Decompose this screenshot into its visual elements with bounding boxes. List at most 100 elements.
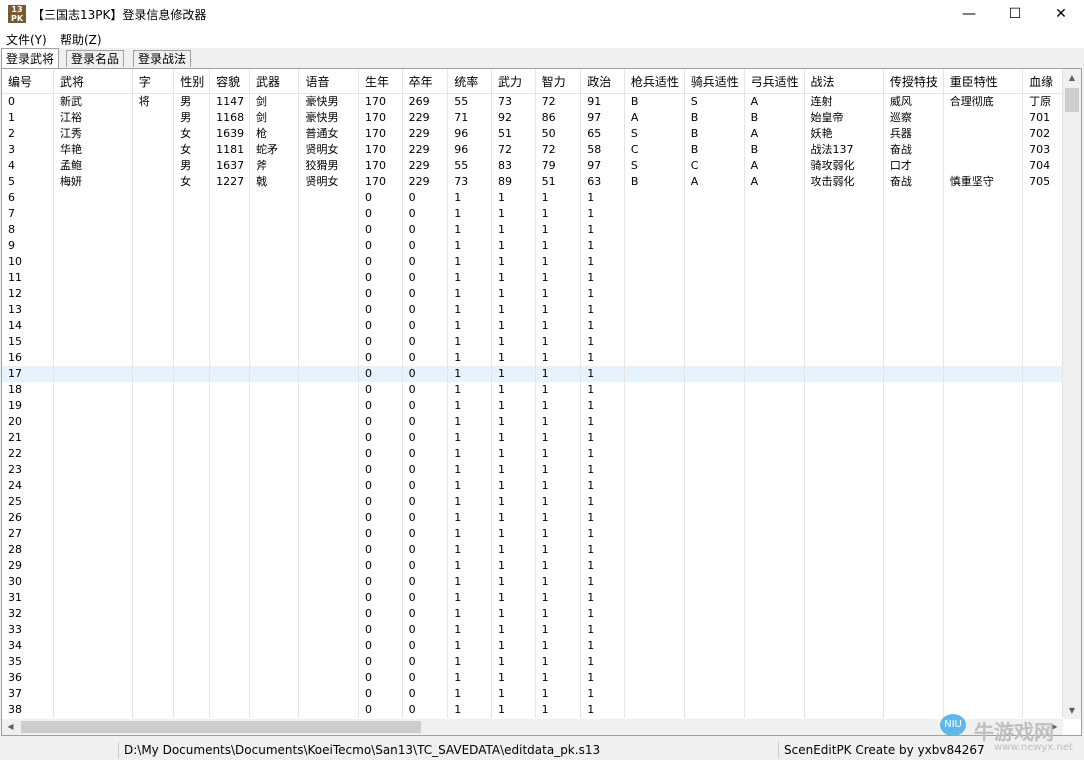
table-cell[interactable] [173, 302, 211, 318]
table-cell[interactable] [684, 670, 745, 686]
table-cell[interactable] [1022, 606, 1063, 622]
table-cell[interactable] [624, 590, 685, 606]
table-cell[interactable]: 0 [402, 254, 449, 270]
table-cell[interactable] [53, 622, 133, 638]
table-cell[interactable] [298, 590, 359, 606]
column-header[interactable]: 字 [132, 69, 175, 94]
table-cell[interactable] [209, 318, 250, 334]
table-cell[interactable]: 0 [402, 590, 449, 606]
table-cell[interactable] [209, 270, 250, 286]
table-cell[interactable] [249, 702, 300, 718]
table-cell[interactable]: 0 [402, 478, 449, 494]
table-cell[interactable] [624, 398, 685, 414]
table-cell[interactable]: 705 [1022, 174, 1063, 190]
table-cell[interactable] [249, 606, 300, 622]
table-cell[interactable]: 701 [1022, 110, 1063, 126]
table-cell[interactable] [249, 686, 300, 702]
table-cell[interactable] [1022, 494, 1063, 510]
table-cell[interactable] [173, 222, 211, 238]
table-cell[interactable] [624, 318, 685, 334]
table-cell[interactable]: 0 [358, 590, 403, 606]
table-cell[interactable]: 1 [491, 398, 536, 414]
table-row[interactable]: 10 0 0 1 1 1 1 [2, 254, 1063, 270]
table-cell[interactable] [744, 398, 805, 414]
table-cell[interactable] [744, 654, 805, 670]
table-cell[interactable]: 1 [491, 462, 536, 478]
table-row[interactable]: 8001111 [2, 222, 1063, 238]
table-cell[interactable] [804, 654, 884, 670]
horizontal-scrollbar[interactable]: ◀ ▶ [2, 719, 1063, 735]
table-cell[interactable]: 1 [491, 238, 536, 254]
table-cell[interactable] [804, 382, 884, 398]
table-cell[interactable]: 1 [447, 382, 492, 398]
table-cell[interactable] [624, 686, 685, 702]
table-cell[interactable]: 攻击弱化 [804, 174, 884, 190]
table-cell[interactable] [1022, 270, 1063, 286]
column-header[interactable]: 生年 [358, 69, 403, 94]
table-cell[interactable]: 1637 [209, 158, 250, 174]
table-cell[interactable]: 豪快男 [298, 110, 359, 126]
table-cell[interactable] [744, 462, 805, 478]
table-cell[interactable] [744, 302, 805, 318]
table-cell[interactable]: 奋战 [883, 142, 944, 158]
table-cell[interactable] [1022, 622, 1063, 638]
table-row[interactable]: 28 0 0 1 1 1 1 [2, 542, 1063, 558]
column-header[interactable]: 骑兵适性 [684, 69, 745, 94]
table-cell[interactable] [684, 302, 745, 318]
table-cell[interactable]: 1 [447, 574, 492, 590]
table-cell[interactable]: 1 [491, 686, 536, 702]
table-cell[interactable] [1022, 238, 1063, 254]
table-row[interactable]: 26 0 0 1 1 1 1 [2, 510, 1063, 526]
table-cell[interactable] [943, 126, 1024, 142]
table-cell[interactable] [173, 558, 211, 574]
table-cell[interactable]: 1 [580, 414, 625, 430]
table-cell[interactable] [883, 622, 944, 638]
table-cell[interactable]: 贤明女 [298, 142, 359, 158]
table-cell[interactable] [1022, 350, 1063, 366]
table-cell[interactable] [744, 430, 805, 446]
table-cell[interactable]: 73 [491, 93, 536, 110]
table-cell[interactable]: 37 [2, 686, 54, 702]
table-cell[interactable] [249, 382, 300, 398]
table-cell[interactable]: 1 [535, 702, 582, 718]
table-cell[interactable] [684, 446, 745, 462]
table-cell[interactable] [744, 526, 805, 542]
table-cell[interactable]: 1 [580, 558, 625, 574]
column-header[interactable]: 武将 [53, 69, 133, 94]
table-cell[interactable]: 14 [2, 318, 54, 334]
table-cell[interactable]: 1181 [209, 142, 250, 158]
table-cell[interactable] [1022, 574, 1063, 590]
table-cell[interactable]: 0 [402, 702, 449, 718]
table-cell[interactable] [249, 462, 300, 478]
table-cell[interactable]: 豪快男 [298, 93, 359, 110]
table-cell[interactable]: 新武 [53, 93, 133, 110]
table-cell[interactable] [883, 574, 944, 590]
table-cell[interactable]: 1 [447, 206, 492, 222]
table-cell[interactable]: 丁原 [1022, 93, 1063, 110]
table-cell[interactable] [684, 318, 745, 334]
table-cell[interactable] [298, 254, 359, 270]
table-cell[interactable]: 0 [402, 366, 449, 382]
table-cell[interactable]: 1 [580, 334, 625, 350]
table-cell[interactable] [173, 606, 211, 622]
table-cell[interactable]: 1 [580, 638, 625, 654]
table-cell[interactable]: 0 [358, 558, 403, 574]
table-cell[interactable] [53, 574, 133, 590]
table-cell[interactable] [249, 206, 300, 222]
table-cell[interactable] [298, 366, 359, 382]
table-cell[interactable] [209, 350, 250, 366]
table-cell[interactable]: 1 [447, 590, 492, 606]
table-cell[interactable] [249, 238, 300, 254]
table-cell[interactable]: 1 [447, 526, 492, 542]
table-cell[interactable]: 1 [535, 478, 582, 494]
table-cell[interactable]: 1 [535, 350, 582, 366]
table-cell[interactable] [624, 494, 685, 510]
table-cell[interactable] [624, 350, 685, 366]
table-cell[interactable] [132, 702, 175, 718]
table-cell[interactable] [1022, 510, 1063, 526]
table-cell[interactable] [132, 318, 175, 334]
table-cell[interactable]: 1 [447, 446, 492, 462]
table-cell[interactable]: 89 [491, 174, 536, 190]
table-cell[interactable] [249, 638, 300, 654]
table-cell[interactable] [624, 670, 685, 686]
